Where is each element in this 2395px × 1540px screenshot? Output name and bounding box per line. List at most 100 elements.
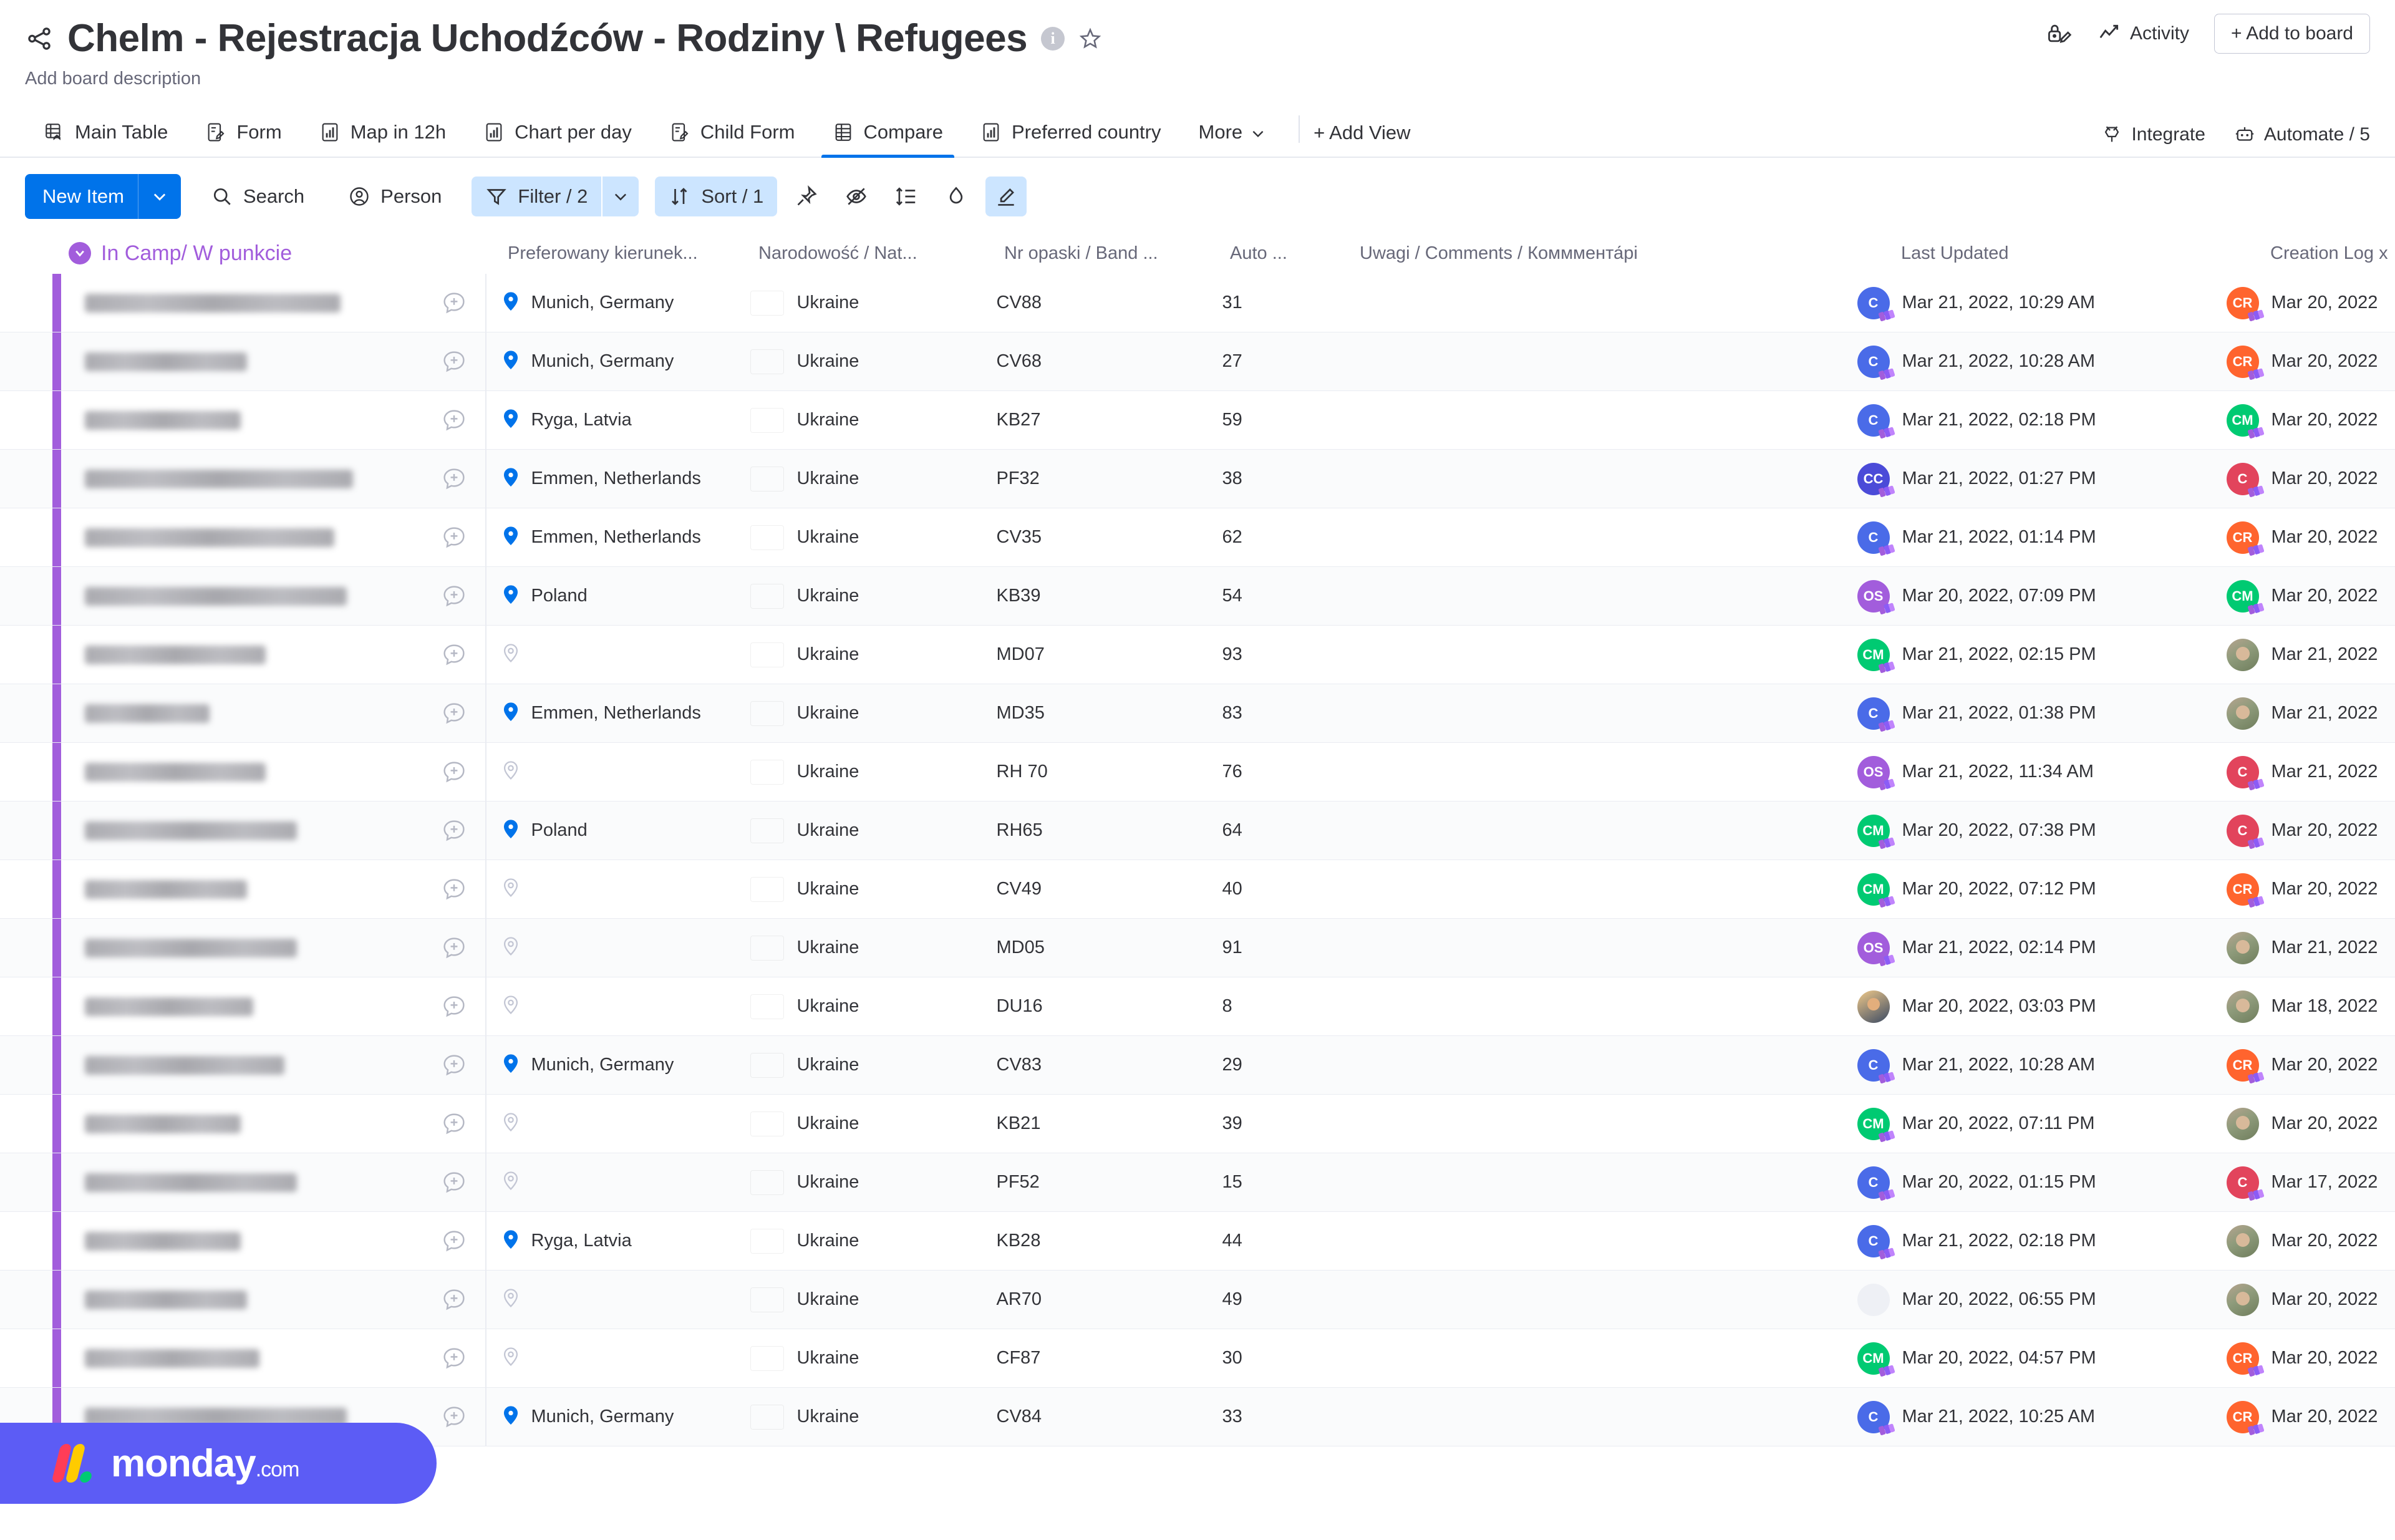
band-number-cell[interactable]: KB21 xyxy=(973,1095,1198,1153)
item-name-cell[interactable] xyxy=(61,450,423,508)
item-name-cell[interactable] xyxy=(61,1212,423,1270)
creation-log-cell[interactable]: CR Mar 20, 2022 xyxy=(2208,274,2395,332)
item-name-cell[interactable] xyxy=(61,332,423,390)
creation-log-avatar[interactable]: CR xyxy=(2226,1400,2264,1435)
creation-log-cell[interactable]: CR Mar 20, 2022 xyxy=(2208,1388,2395,1446)
last-updated-cell[interactable]: OS Mar 20, 2022, 07:09 PM xyxy=(1840,567,2208,625)
tab-map-in-12h[interactable]: Map in 12h xyxy=(301,105,465,157)
creation-log-avatar[interactable]: CR xyxy=(2226,286,2264,321)
creation-log-avatar[interactable] xyxy=(2226,697,2259,730)
add-update-button[interactable] xyxy=(423,274,485,332)
item-name-cell[interactable] xyxy=(61,274,423,332)
auto-number-cell[interactable]: 29 xyxy=(1198,1036,1341,1094)
column-header-comments[interactable]: Uwagi / Comments / Комммента́рi xyxy=(1348,243,1847,264)
add-update-button[interactable] xyxy=(423,626,485,684)
creation-log-avatar[interactable]: CM xyxy=(2226,404,2264,438)
auto-number-cell[interactable]: 40 xyxy=(1198,860,1341,918)
item-name-cell[interactable] xyxy=(61,743,423,801)
band-number-cell[interactable]: CV83 xyxy=(973,1036,1198,1094)
last-updated-avatar[interactable]: C xyxy=(1857,1048,1895,1083)
person-filter-button[interactable]: Person xyxy=(334,177,455,216)
table-row[interactable]: Emmen, Netherlands Ukraine PF32 38 CC Ma… xyxy=(0,450,2395,509)
direction-cell[interactable]: Munich, Germany xyxy=(486,332,742,390)
last-updated-avatar[interactable]: C xyxy=(1857,1166,1895,1201)
creation-log-cell[interactable]: Mar 20, 2022 xyxy=(2208,1271,2395,1329)
auto-number-cell[interactable]: 49 xyxy=(1198,1271,1341,1329)
comments-cell[interactable] xyxy=(1341,684,1840,742)
sort-button[interactable]: Sort / 1 xyxy=(655,177,778,217)
creation-log-avatar[interactable]: CR xyxy=(2226,521,2264,556)
auto-number-cell[interactable]: 15 xyxy=(1198,1153,1341,1211)
last-updated-cell[interactable]: C Mar 21, 2022, 01:38 PM xyxy=(1840,684,2208,742)
band-number-cell[interactable]: MD05 xyxy=(973,919,1198,977)
creation-log-cell[interactable]: Mar 21, 2022 xyxy=(2208,684,2395,742)
last-updated-cell[interactable]: CM Mar 20, 2022, 04:57 PM xyxy=(1840,1329,2208,1387)
direction-cell[interactable] xyxy=(486,1271,742,1329)
last-updated-cell[interactable]: CM Mar 20, 2022, 07:11 PM xyxy=(1840,1095,2208,1153)
nationality-cell[interactable]: Ukraine xyxy=(742,684,973,742)
table-row[interactable]: Ukraine MD07 93 CM Mar 21, 2022, 02:15 P… xyxy=(0,626,2395,685)
item-name-cell[interactable] xyxy=(61,626,423,684)
creation-log-cell[interactable]: Mar 18, 2022 xyxy=(2208,977,2395,1035)
page-title[interactable]: Chelm - Rejestracja Uchodźców - Rodziny … xyxy=(67,17,1028,60)
tab-form[interactable]: Form xyxy=(186,105,300,157)
comments-cell[interactable] xyxy=(1341,508,1840,566)
direction-cell[interactable] xyxy=(486,919,742,977)
last-updated-avatar[interactable] xyxy=(1857,1283,1890,1316)
nationality-cell[interactable]: Ukraine xyxy=(742,626,973,684)
direction-cell[interactable] xyxy=(486,1095,742,1153)
direction-cell[interactable]: Munich, Germany xyxy=(486,274,742,332)
direction-cell[interactable]: Emmen, Netherlands xyxy=(486,684,742,742)
tab-compare[interactable]: Compare xyxy=(814,105,962,158)
band-number-cell[interactable]: PF52 xyxy=(973,1153,1198,1211)
nationality-cell[interactable]: Ukraine xyxy=(742,743,973,801)
direction-cell[interactable]: Munich, Germany xyxy=(486,1388,742,1446)
nationality-cell[interactable]: Ukraine xyxy=(742,1036,973,1094)
comments-cell[interactable] xyxy=(1341,919,1840,977)
direction-cell[interactable] xyxy=(486,860,742,918)
table-row[interactable]: Ukraine CV49 40 CM Mar 20, 2022, 07:12 P… xyxy=(0,860,2395,919)
band-number-cell[interactable]: AR70 xyxy=(973,1271,1198,1329)
item-name-cell[interactable] xyxy=(61,1153,423,1211)
creation-log-cell[interactable]: Mar 20, 2022 xyxy=(2208,1212,2395,1270)
hide-columns-button[interactable] xyxy=(836,177,877,216)
auto-number-cell[interactable]: 39 xyxy=(1198,1095,1341,1153)
auto-number-cell[interactable]: 31 xyxy=(1198,274,1341,332)
creation-log-avatar[interactable]: C xyxy=(2226,1166,2264,1201)
table-row[interactable]: Poland Ukraine KB39 54 OS Mar 20, 2022, … xyxy=(0,567,2395,626)
band-number-cell[interactable]: RH65 xyxy=(973,801,1198,860)
last-updated-cell[interactable]: OS Mar 21, 2022, 11:34 AM xyxy=(1840,743,2208,801)
auto-number-cell[interactable]: 62 xyxy=(1198,508,1341,566)
direction-cell[interactable] xyxy=(486,743,742,801)
column-header-direction[interactable]: Preferowany kierunek... xyxy=(494,243,750,264)
tab-main-table[interactable]: Main Table xyxy=(25,105,186,157)
last-updated-avatar[interactable]: C xyxy=(1857,404,1895,438)
creation-log-cell[interactable]: Mar 21, 2022 xyxy=(2208,626,2395,684)
creation-log-avatar[interactable]: C xyxy=(2226,462,2264,497)
nationality-cell[interactable]: Ukraine xyxy=(742,450,973,508)
creation-log-cell[interactable]: CR Mar 20, 2022 xyxy=(2208,332,2395,390)
creation-log-cell[interactable]: CR Mar 20, 2022 xyxy=(2208,860,2395,918)
creation-log-cell[interactable]: C Mar 17, 2022 xyxy=(2208,1153,2395,1211)
pin-button[interactable] xyxy=(786,177,827,216)
add-update-button[interactable] xyxy=(423,391,485,449)
add-update-button[interactable] xyxy=(423,1329,485,1387)
nationality-cell[interactable]: Ukraine xyxy=(742,977,973,1035)
item-name-cell[interactable] xyxy=(61,1271,423,1329)
band-number-cell[interactable]: MD07 xyxy=(973,626,1198,684)
creation-log-avatar[interactable]: C xyxy=(2226,755,2264,790)
tab-more[interactable]: More xyxy=(1180,105,1285,157)
table-row[interactable]: Munich, Germany Ukraine CV83 29 C Mar 21… xyxy=(0,1036,2395,1095)
last-updated-avatar[interactable]: CM xyxy=(1857,638,1895,673)
direction-cell[interactable] xyxy=(486,977,742,1035)
table-row[interactable]: Ukraine CF87 30 CM Mar 20, 2022, 04:57 P… xyxy=(0,1329,2395,1388)
auto-number-cell[interactable]: 76 xyxy=(1198,743,1341,801)
last-updated-cell[interactable]: C Mar 21, 2022, 01:14 PM xyxy=(1840,508,2208,566)
band-number-cell[interactable]: CV88 xyxy=(973,274,1198,332)
creation-log-avatar[interactable] xyxy=(2226,638,2259,671)
table-row[interactable]: Munich, Germany Ukraine CV68 27 C Mar 21… xyxy=(0,332,2395,392)
new-item-button[interactable]: New Item xyxy=(25,174,181,220)
creation-log-cell[interactable]: CR Mar 20, 2022 xyxy=(2208,1036,2395,1094)
last-updated-cell[interactable]: C Mar 21, 2022, 10:25 AM xyxy=(1840,1388,2208,1446)
item-name-cell[interactable] xyxy=(61,1095,423,1153)
